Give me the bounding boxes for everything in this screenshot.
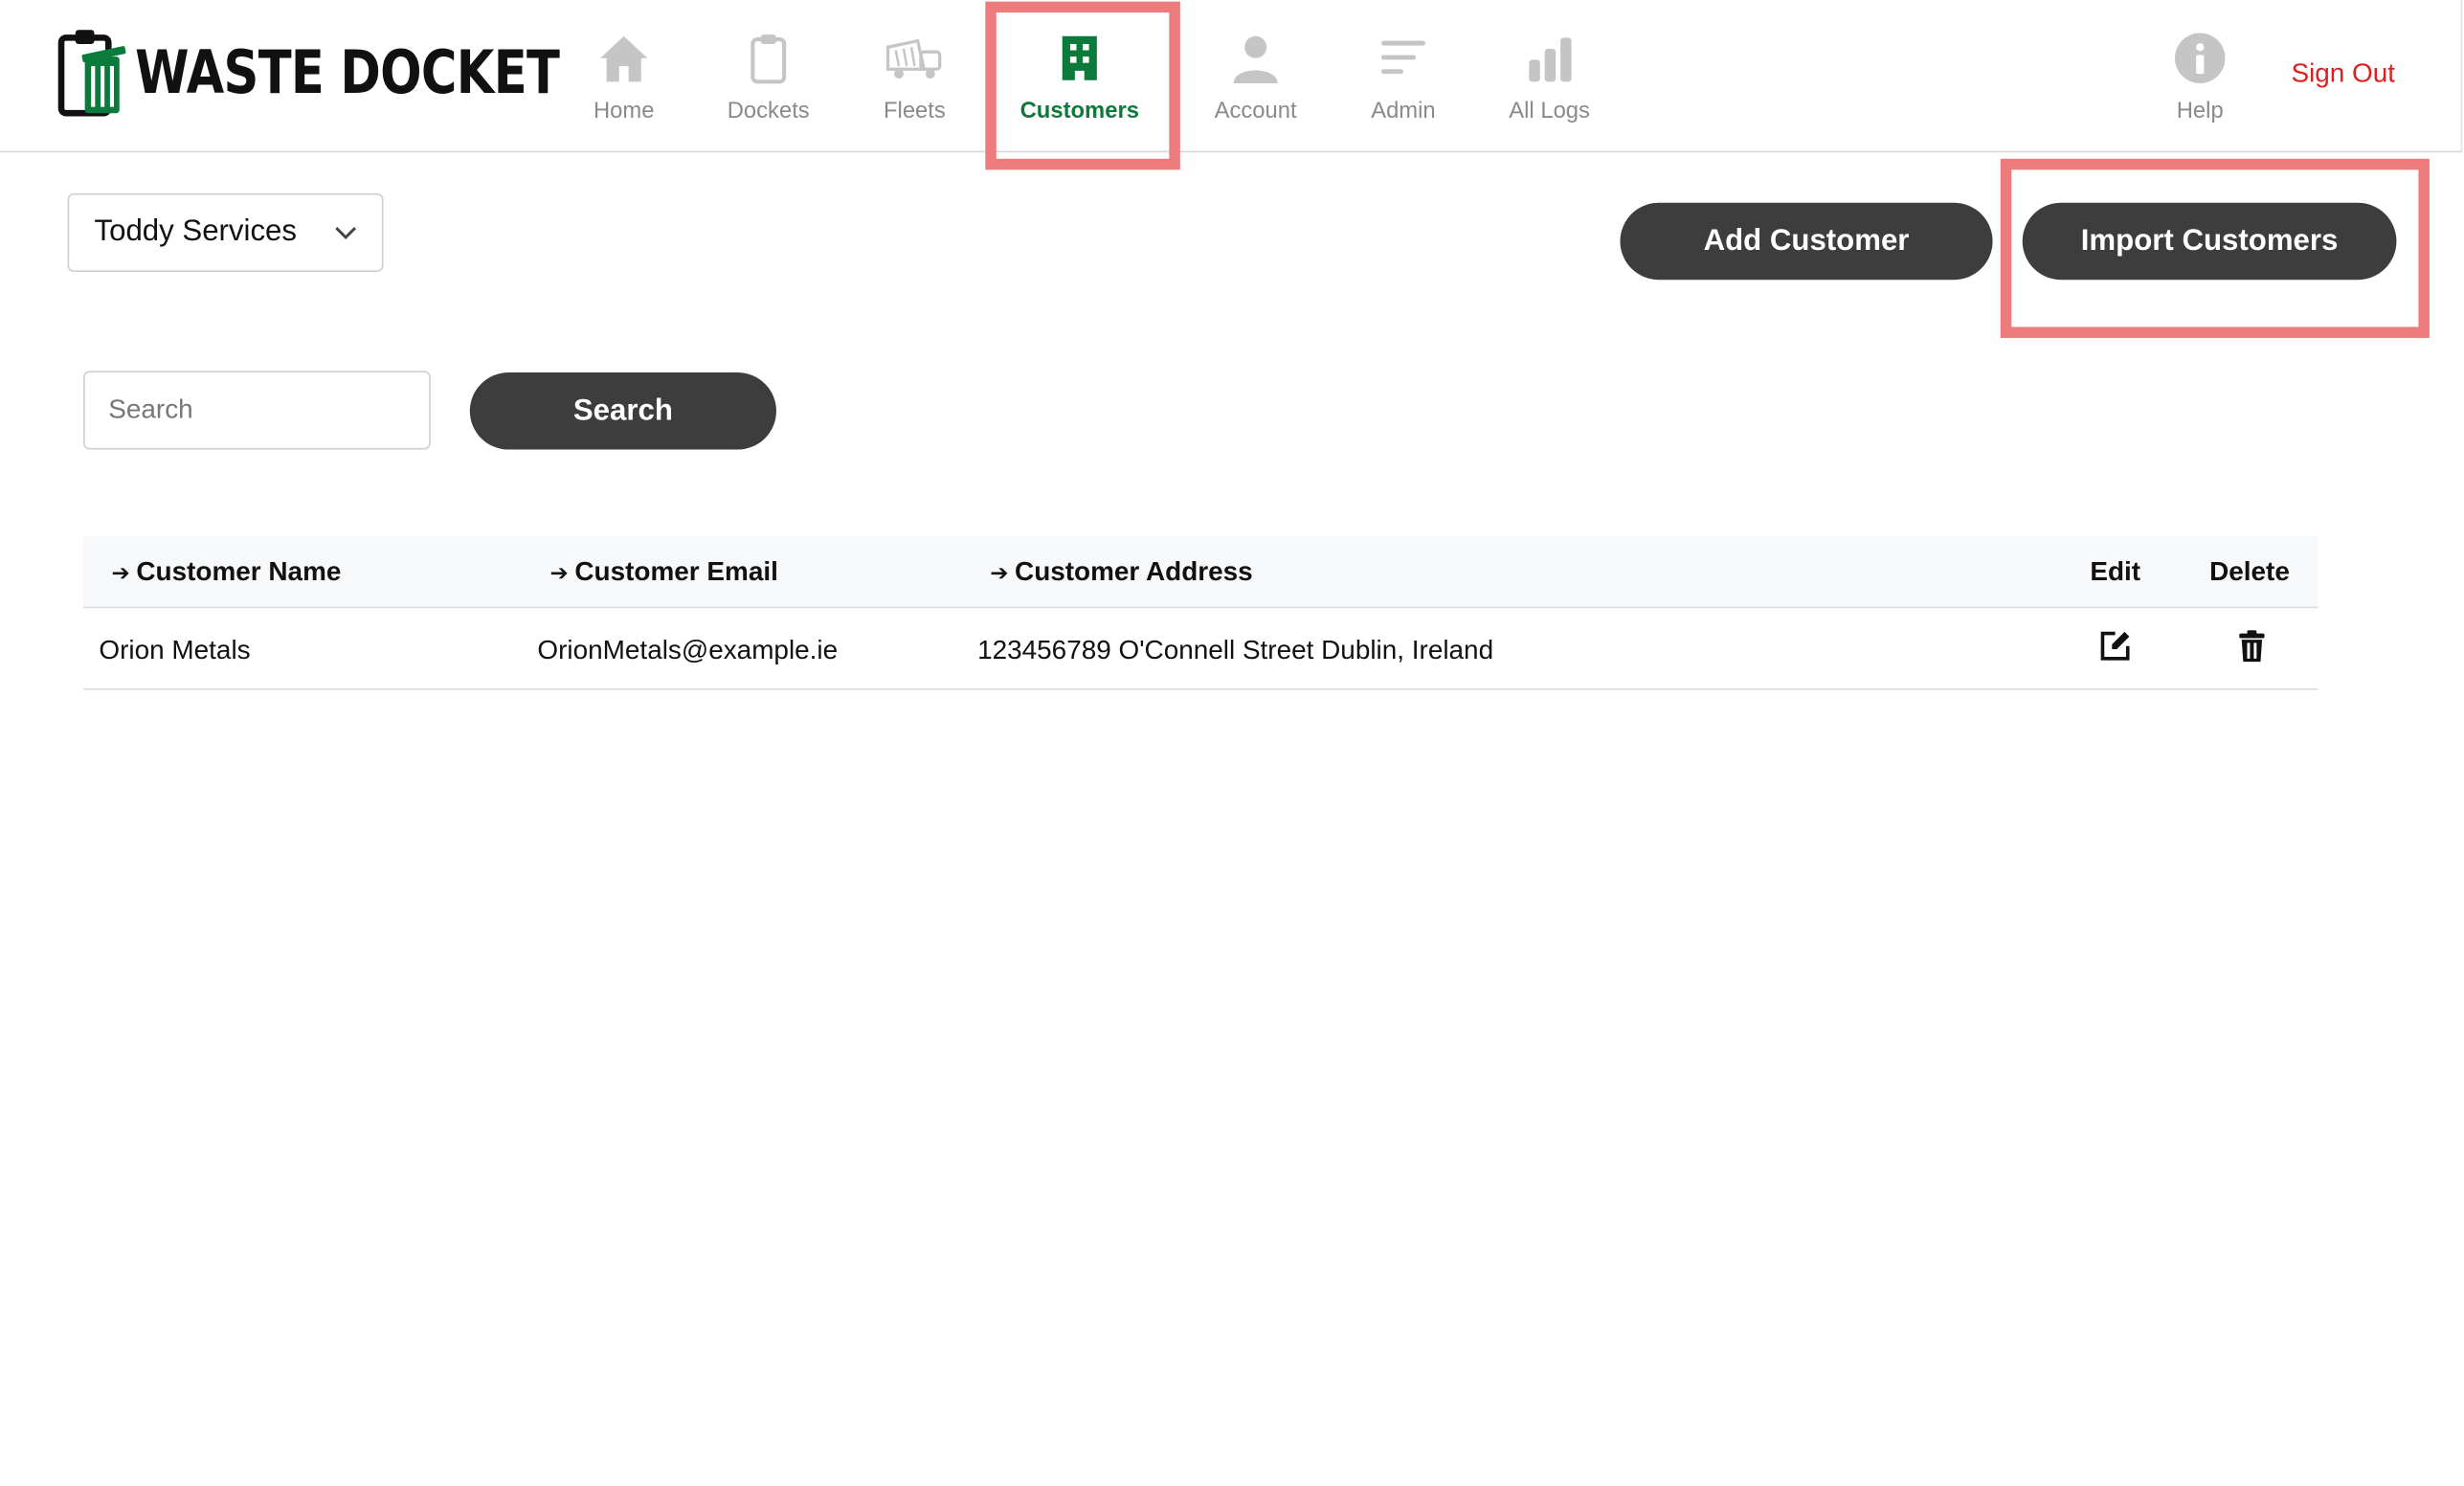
sort-customer-name[interactable]: ➔ Customer Name	[112, 556, 342, 588]
company-select-value: Toddy Services	[94, 214, 298, 249]
truck-icon	[885, 38, 942, 79]
top-nav-bar: WASTE DOCKET Home Dockets Fleets Custome…	[0, 0, 2463, 153]
add-customer-button[interactable]: Add Customer	[1620, 202, 1993, 281]
bin-clipboard-icon	[57, 30, 126, 117]
import-customers-button[interactable]: Import Customers	[2022, 202, 2397, 281]
nav-admin[interactable]: Admin	[1333, 32, 1474, 124]
search-input[interactable]	[83, 371, 431, 450]
nav-fleets-label: Fleets	[883, 99, 946, 124]
arrow-right-icon: ➔	[111, 558, 130, 584]
company-select[interactable]: Toddy Services	[67, 192, 384, 272]
nav-all-logs[interactable]: All Logs	[1479, 32, 1621, 124]
nav-dockets-label: Dockets	[727, 99, 810, 124]
arrow-right-icon: ➔	[990, 558, 1009, 584]
table-header: ➔ Customer Name ➔ Customer Email ➔ Custo…	[83, 535, 2318, 609]
nav-help-label: Help	[2176, 99, 2224, 124]
column-customer-address: Customer Address	[1015, 556, 1253, 587]
clipboard-icon	[750, 34, 787, 84]
nav-customers-label: Customers	[1019, 99, 1139, 124]
chevron-down-icon	[335, 226, 357, 239]
search-button[interactable]: Search	[469, 372, 776, 450]
column-customer-name: Customer Name	[136, 556, 342, 587]
user-icon	[1233, 35, 1278, 84]
sort-customer-email[interactable]: ➔ Customer Email	[550, 556, 778, 588]
sort-customer-address[interactable]: ➔ Customer Address	[990, 556, 1252, 588]
nav-fleets[interactable]: Fleets	[844, 32, 986, 124]
bar-chart-icon	[1529, 37, 1572, 82]
arrow-right-icon: ➔	[549, 558, 569, 584]
column-edit: Edit	[2090, 556, 2141, 587]
list-icon	[1380, 40, 1425, 75]
nav-dockets[interactable]: Dockets	[698, 32, 840, 124]
nav-customers[interactable]: Customers	[1009, 32, 1151, 124]
cell-customer-email: OrionMetals@example.ie	[537, 635, 839, 665]
nav-help[interactable]: Help	[2129, 32, 2271, 124]
nav-account-label: Account	[1214, 99, 1297, 124]
nav-account[interactable]: Account	[1185, 32, 1327, 124]
nav-admin-label: Admin	[1371, 99, 1436, 124]
cell-customer-name: Orion Metals	[99, 635, 251, 665]
column-customer-email: Customer Email	[574, 556, 778, 587]
table-row: Orion Metals OrionMetals@example.ie 1234…	[83, 608, 2318, 690]
sign-out-link[interactable]: Sign Out	[2291, 58, 2395, 90]
nav-home-label: Home	[593, 99, 655, 124]
edit-icon[interactable]	[2098, 629, 2133, 664]
building-icon	[1062, 35, 1097, 80]
info-icon	[2174, 33, 2226, 84]
logo-text: WASTE DOCKET	[135, 37, 560, 107]
customers-table: ➔ Customer Name ➔ Customer Email ➔ Custo…	[83, 535, 2318, 690]
trash-icon[interactable]	[2234, 629, 2269, 664]
nav-home[interactable]: Home	[553, 32, 695, 124]
home-icon	[600, 35, 648, 82]
cell-customer-address: 123456789 O'Connell Street Dublin, Irela…	[977, 635, 1494, 665]
nav-all-logs-label: All Logs	[1509, 99, 1590, 124]
column-delete: Delete	[2209, 556, 2290, 587]
